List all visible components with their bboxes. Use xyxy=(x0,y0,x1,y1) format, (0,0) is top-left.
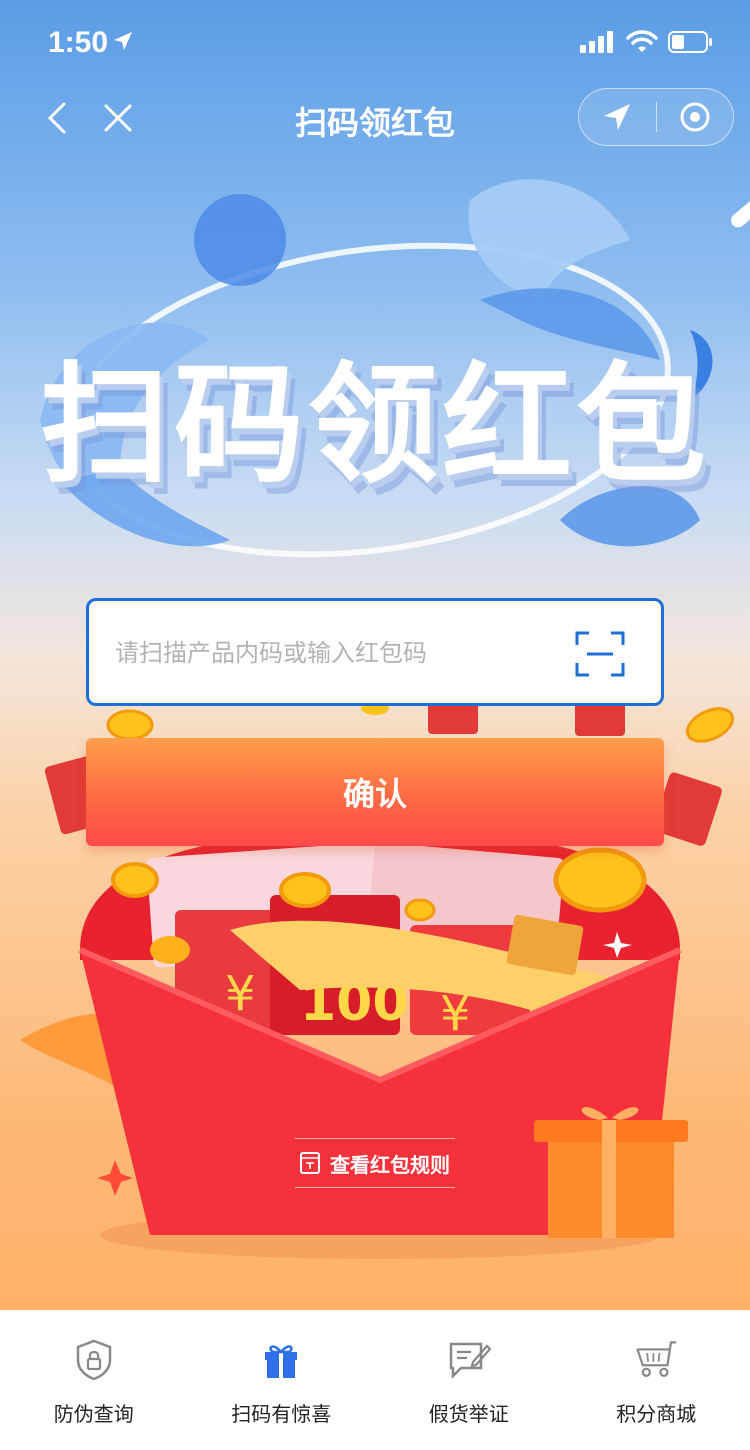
wifi-icon xyxy=(626,30,658,52)
red-packet-code-field xyxy=(86,598,664,706)
cart-icon xyxy=(636,1341,677,1377)
bottom-tab-bar: 防伪查询 扫码有惊喜 假货举证 积分商城 xyxy=(0,1310,750,1450)
navigation-arrow-icon xyxy=(604,104,631,130)
confirm-button[interactable]: 确认 xyxy=(86,738,664,846)
signal-icon xyxy=(580,31,613,53)
report-pen-icon xyxy=(449,1342,491,1380)
scan-icon[interactable] xyxy=(575,631,625,677)
view-rules-link[interactable]: 查看红包规则 xyxy=(295,1138,455,1188)
tab-label: 扫码有惊喜 xyxy=(231,1402,332,1426)
tab-anti-counterfeit[interactable]: 防伪查询 xyxy=(0,1310,188,1450)
status-bar: 1:50 xyxy=(0,0,750,88)
exit-mini-program-button[interactable] xyxy=(657,88,734,146)
battery-icon xyxy=(668,31,712,53)
target-circle-icon xyxy=(680,102,710,132)
status-indicators xyxy=(580,30,714,54)
tab-points-mall[interactable]: 积分商城 xyxy=(563,1310,750,1450)
location-share-button[interactable] xyxy=(579,88,656,146)
tab-report-fake[interactable]: 假货举证 xyxy=(375,1310,563,1450)
red-packet-code-input[interactable] xyxy=(115,631,555,675)
shield-lock-icon xyxy=(76,1339,111,1381)
tab-label: 积分商城 xyxy=(616,1402,697,1426)
rules-document-icon xyxy=(300,1152,320,1174)
tab-label: 防伪查询 xyxy=(53,1402,134,1426)
hero-title: 扫码领红包 xyxy=(39,349,710,501)
gift-icon xyxy=(265,1345,298,1378)
status-time: 1:50 xyxy=(48,26,109,59)
location-arrow-icon xyxy=(114,32,132,50)
tab-label: 假货举证 xyxy=(428,1402,509,1426)
navigation-bar: 扫码领红包 xyxy=(0,88,750,148)
mini-program-capsule xyxy=(578,88,734,146)
tab-scan-surprise[interactable]: 扫码有惊喜 xyxy=(188,1310,376,1450)
page-background: ¥ ¥ 100 1:50 扫码领红包 扫码领红包 请扫描产品内码或输入红包码 确… xyxy=(0,0,750,1310)
rules-label: 查看红包规则 xyxy=(330,1152,450,1177)
hero-banner: 扫码领红包 xyxy=(0,150,750,590)
